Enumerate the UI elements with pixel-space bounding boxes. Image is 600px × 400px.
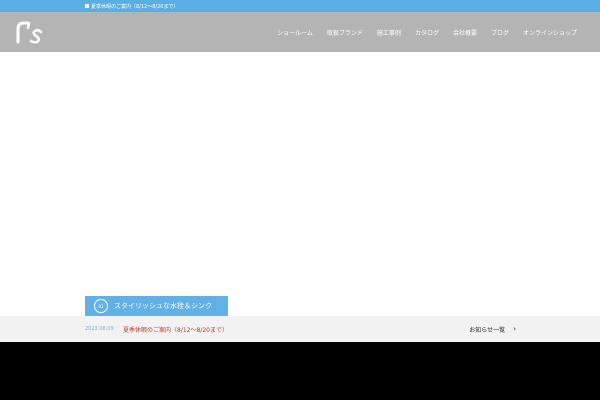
nav-works[interactable]: 施工事例 (370, 28, 408, 37)
slide-caption-text: スタイリッシュな水栓＆シンク (114, 302, 212, 310)
news-bar: 2023.08.09 夏季休暇のご案内（8/12～8/20まで） お知らせ一覧 … (0, 316, 600, 342)
nav-catalog[interactable]: カタログ (408, 28, 446, 37)
footer-area (0, 342, 600, 400)
main-nav: ショールーム 取扱ブランド 施工事例 カタログ 会社概要 ブログ オンラインショ… (270, 12, 584, 52)
square-bullet-icon (85, 4, 89, 8)
news-date: 2023.08.09 (85, 326, 114, 332)
notice-text: 夏季休暇のご案内（8/12～8/20まで） (91, 3, 179, 10)
top-notice-bar: 夏季休暇のご案内（8/12～8/20まで） (0, 0, 600, 12)
nav-showroom[interactable]: ショールーム (270, 28, 320, 37)
news-all-label: お知らせ一覧 (469, 326, 506, 334)
nav-blog[interactable]: ブログ (484, 28, 516, 37)
slide-number: 01 (94, 299, 108, 313)
nav-brands[interactable]: 取扱ブランド (320, 28, 370, 37)
nav-company[interactable]: 会社概要 (446, 28, 484, 37)
chevron-right-icon: › (513, 325, 516, 333)
notice-link[interactable]: 夏季休暇のご案内（8/12～8/20まで） (85, 0, 178, 12)
news-title-link[interactable]: 夏季休暇のご案内（8/12～8/20まで） (123, 316, 228, 342)
slide-caption[interactable]: 01 スタイリッシュな水栓＆シンク (85, 296, 228, 316)
news-all-link[interactable]: お知らせ一覧 › (469, 316, 516, 342)
site-logo[interactable] (16, 20, 44, 44)
nav-online-shop[interactable]: オンラインショップ (516, 28, 584, 37)
hero-slider[interactable] (0, 52, 600, 316)
site-header: ショールーム 取扱ブランド 施工事例 カタログ 会社概要 ブログ オンラインショ… (0, 12, 600, 52)
